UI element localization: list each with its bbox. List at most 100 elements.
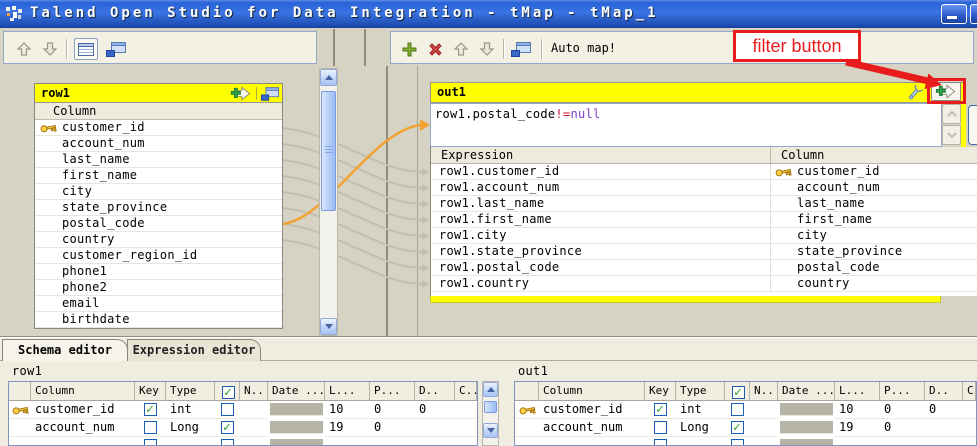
spinner-up-button[interactable] xyxy=(942,104,961,124)
scroll-down-button[interactable] xyxy=(320,318,337,335)
splitter[interactable] xyxy=(417,66,418,336)
splitter[interactable] xyxy=(386,66,388,336)
out1-panel-header[interactable]: out1 xyxy=(430,82,965,103)
key-checkbox[interactable] xyxy=(144,403,157,416)
cell-type[interactable] xyxy=(676,437,725,446)
cell-column[interactable]: customer_id xyxy=(31,401,135,419)
cell-default[interactable]: 0 xyxy=(415,401,455,419)
cell-comment[interactable] xyxy=(963,437,976,446)
cell-type[interactable]: Long xyxy=(676,419,725,437)
expand-button[interactable] xyxy=(968,105,977,145)
mapping-row[interactable]: row1.account_numaccount_num xyxy=(431,180,977,196)
cell-precision[interactable]: 0 xyxy=(880,419,925,437)
splitter[interactable] xyxy=(333,29,335,66)
nullable-master-checkbox[interactable] xyxy=(732,386,745,399)
move-down-icon[interactable] xyxy=(477,39,497,59)
table-view-button[interactable] xyxy=(74,38,98,60)
cell-precision[interactable]: 0 xyxy=(370,419,415,437)
nullable-checkbox[interactable] xyxy=(221,421,234,434)
schema-column-row[interactable]: phone2 xyxy=(35,280,282,296)
move-up-icon[interactable] xyxy=(14,39,34,59)
key-checkbox[interactable] xyxy=(144,439,157,446)
cell-default[interactable] xyxy=(415,419,455,437)
add-output-icon[interactable] xyxy=(399,39,419,59)
cell-length[interactable]: 19 xyxy=(325,419,370,437)
schema-column-row[interactable]: account_num xyxy=(35,136,282,152)
tab-schema-editor[interactable]: Schema editor xyxy=(2,339,128,361)
nullable-checkbox[interactable] xyxy=(731,421,744,434)
cell-precision[interactable]: 0 xyxy=(370,401,415,419)
schema-column-row[interactable]: birthdate xyxy=(35,312,282,328)
minimize-button[interactable] xyxy=(941,4,967,24)
row1-panel-header[interactable]: row1 xyxy=(35,84,282,103)
cell-comment[interactable] xyxy=(455,437,477,446)
mapping-row[interactable]: row1.first_namefirst_name xyxy=(431,212,977,228)
cell-type[interactable]: int xyxy=(676,401,725,419)
minimize-panel-icon[interactable] xyxy=(106,39,126,59)
schema-column-row[interactable]: customer_region_id xyxy=(35,248,282,264)
splitter[interactable] xyxy=(364,29,366,66)
mapping-row[interactable]: row1.countrycountry xyxy=(431,276,977,292)
scrollbar-thumb[interactable] xyxy=(321,91,336,211)
schema-column-row[interactable]: first_name xyxy=(35,168,282,184)
cell-column[interactable]: account_num xyxy=(31,419,135,437)
mapping-row[interactable]: row1.customer_id customer_id xyxy=(431,164,977,180)
cell-comment[interactable] xyxy=(963,401,976,419)
mapping-row[interactable]: row1.state_provincestate_province xyxy=(431,244,977,260)
nullable-checkbox[interactable] xyxy=(731,403,744,416)
cell-type[interactable]: Long xyxy=(166,419,215,437)
schema-column-row[interactable]: postal_code xyxy=(35,216,282,232)
cell-comment[interactable] xyxy=(963,419,976,437)
maximize-button[interactable] xyxy=(970,4,977,24)
cell-comment[interactable] xyxy=(455,401,477,419)
spinner-down-button[interactable] xyxy=(942,125,961,145)
remove-output-icon[interactable] xyxy=(425,39,445,59)
auto-map-button[interactable]: Auto map! xyxy=(551,41,616,55)
nullable-checkbox[interactable] xyxy=(221,403,234,416)
schema-column-row[interactable]: city xyxy=(35,184,282,200)
cell-precision[interactable]: 0 xyxy=(880,401,925,419)
minimize-panel-icon[interactable] xyxy=(511,39,531,59)
nullable-checkbox[interactable] xyxy=(221,439,234,446)
mapping-row[interactable]: row1.citycity xyxy=(431,228,977,244)
schema-column-row[interactable]: email xyxy=(35,296,282,312)
schema-column-row[interactable]: last_name xyxy=(35,152,282,168)
schema-scrollbar[interactable] xyxy=(482,381,499,446)
tab-expression-editor[interactable]: Expression editor xyxy=(127,339,261,361)
cell-type[interactable]: int xyxy=(166,401,215,419)
key-checkbox[interactable] xyxy=(144,421,157,434)
move-down-icon[interactable] xyxy=(40,39,60,59)
cell-length[interactable]: 19 xyxy=(835,419,880,437)
cell-default[interactable] xyxy=(925,419,963,437)
nullable-checkbox[interactable] xyxy=(731,439,744,446)
cell-type[interactable] xyxy=(166,437,215,446)
schema-column-row[interactable]: state_province xyxy=(35,200,282,216)
vertical-scrollbar[interactable] xyxy=(319,68,338,336)
scrollbar-thumb[interactable] xyxy=(484,401,497,413)
move-up-icon[interactable] xyxy=(451,39,471,59)
schema-column-row[interactable]: country xyxy=(35,232,282,248)
scroll-up-button[interactable] xyxy=(483,382,498,397)
schema-column-row[interactable]: phone1 xyxy=(35,264,282,280)
wrench-icon[interactable] xyxy=(906,85,923,101)
cell-length[interactable] xyxy=(835,437,880,446)
cell-precision[interactable] xyxy=(370,437,415,446)
scroll-down-button[interactable] xyxy=(483,423,498,438)
nullable-master-checkbox[interactable] xyxy=(222,386,235,399)
cell-column[interactable]: account_num xyxy=(539,419,645,437)
cell-length[interactable]: 10 xyxy=(325,401,370,419)
cell-precision[interactable] xyxy=(880,437,925,446)
mapping-row[interactable]: row1.postal_codepostal_code xyxy=(431,260,977,276)
key-checkbox[interactable] xyxy=(654,439,667,446)
cell-default[interactable] xyxy=(415,437,455,446)
key-checkbox[interactable] xyxy=(654,403,667,416)
cell-length[interactable] xyxy=(325,437,370,446)
cell-column[interactable] xyxy=(31,437,135,446)
filter-icon[interactable] xyxy=(230,86,252,101)
mapping-row[interactable]: row1.last_namelast_name xyxy=(431,196,977,212)
cell-comment[interactable] xyxy=(455,419,477,437)
cell-length[interactable]: 10 xyxy=(835,401,880,419)
cell-column[interactable]: customer_id xyxy=(539,401,645,419)
minimize-table-icon[interactable] xyxy=(261,87,279,101)
scroll-up-button[interactable] xyxy=(320,69,337,86)
